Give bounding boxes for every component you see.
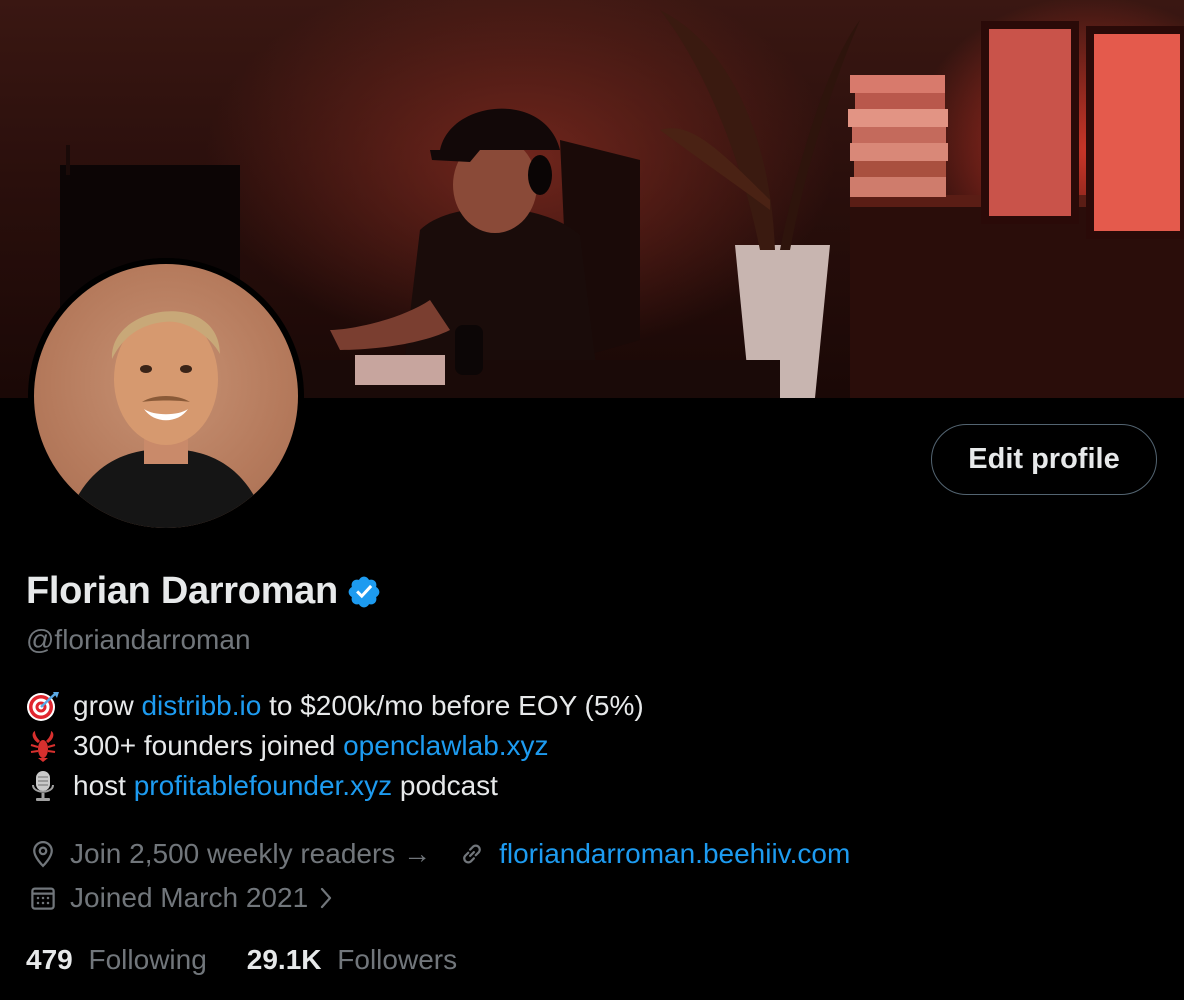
bio-line: grow distribb.io to $200k/mo before EOY … [26,686,644,726]
following-link[interactable]: 479 Following [26,944,207,976]
bio-link-distribb[interactable]: distribb.io [141,686,261,726]
bio-link-openclawlab[interactable]: openclawlab.xyz [343,726,548,766]
meta-row: Joined March 2021 [28,876,850,920]
avatar[interactable] [28,258,304,534]
followers-count: 29.1K [246,944,322,975]
lobster-icon [26,730,64,762]
website-item[interactable]: floriandarroman.beehiiv.com [457,838,850,870]
display-name-row: Florian Darroman [26,570,382,613]
bio-line: 300+ founders joined openclawlab.xyz [26,726,644,766]
following-label: Following [88,944,207,975]
bio-text: to $200k/mo before EOY (5%) [261,690,644,721]
edit-profile-button[interactable]: Edit profile [931,424,1157,495]
followers-link[interactable]: 29.1K Followers [247,944,457,976]
follow-stats: 479 Following 29.1K Followers [26,944,457,976]
verified-badge-icon[interactable] [346,574,382,610]
location-item: Join 2,500 weekly readers → [28,838,431,870]
bio-text: grow [73,690,142,721]
meta-row: Join 2,500 weekly readers → floriandarro… [28,832,850,876]
chevron-right-icon [318,885,334,911]
followers-label: Followers [337,944,458,975]
location-pin-icon [28,839,58,869]
calendar-icon [28,883,58,913]
username-handle: @floriandarroman [26,624,251,655]
bio-text: host [73,770,134,801]
microphone-icon [26,770,64,802]
bio-text: 300+ founders joined [73,730,344,761]
bio-line: host profitablefounder.xyz podcast [26,766,644,806]
profile-meta: Join 2,500 weekly readers → floriandarro… [28,832,850,920]
location-text: Join 2,500 weekly readers → [70,838,432,869]
following-count: 479 [26,944,73,975]
avatar-image [34,264,298,528]
joined-text: Joined March 2021 [70,882,309,913]
website-link[interactable]: floriandarroman.beehiiv.com [499,838,850,870]
bio-text: podcast [392,770,498,801]
target-icon [26,690,64,722]
joined-item[interactable]: Joined March 2021 [28,882,334,914]
display-name: Florian Darroman [26,570,338,612]
bio-link-profitablefounder[interactable]: profitablefounder.xyz [134,766,392,806]
profile-bio: grow distribb.io to $200k/mo before EOY … [26,686,644,806]
link-icon [457,839,487,869]
